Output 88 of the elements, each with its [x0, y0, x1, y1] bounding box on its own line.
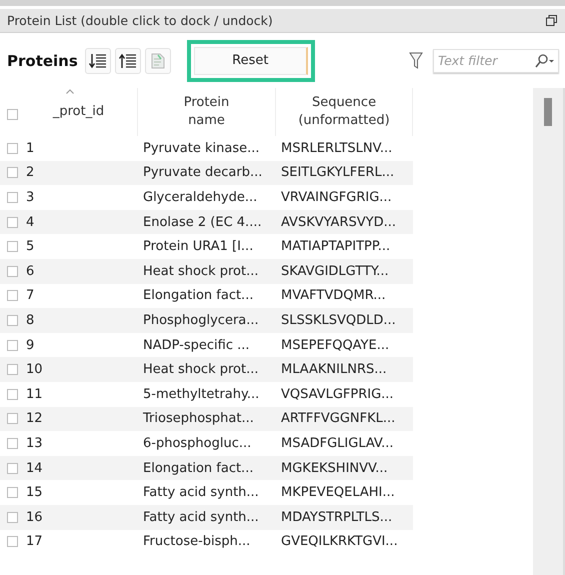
sort-descending-button[interactable]	[84, 48, 111, 74]
table-cell: 12	[26, 411, 43, 426]
table-cell-text: AVSKVYARSVYD...	[280, 214, 397, 230]
table-cell: 4	[26, 214, 34, 230]
sort-descending-icon	[88, 52, 107, 68]
table-cell-text: Heat shock prot...	[142, 264, 260, 279]
row-checkbox[interactable]	[7, 438, 18, 449]
table-cell: 2	[26, 165, 34, 180]
column-header[interactable]: _prot_id	[32, 102, 104, 122]
table-cell: 8	[26, 312, 34, 328]
table-cell-text: Fatty acid synth...	[142, 485, 260, 500]
table-cell-text: MLAAKNILNRS...	[280, 362, 388, 378]
table-cell-text: Pyruvate decarb...	[142, 165, 264, 180]
table-cell: 15	[26, 485, 43, 500]
panel-title-bar[interactable]: Protein List (double click to dock / undock)	[0, 9, 565, 33]
table-cell-text: Heat shock prot...	[142, 362, 260, 378]
search-icon[interactable]	[535, 54, 555, 68]
table-cell-text: MSRLERLTSLNV...	[280, 140, 394, 156]
table-cell-text: Protein URA1 [I...	[142, 239, 254, 254]
table-cell: 3	[26, 190, 34, 205]
sort-ascending-icon	[118, 52, 137, 68]
table-cell-text: Enolase 2 (EC 4....	[142, 214, 263, 230]
table-cell-text: MGKEKSHINVV...	[280, 460, 389, 476]
row-checkbox[interactable]	[7, 266, 18, 277]
table-cell-text: GVEQILKRKTGVI...	[280, 534, 399, 550]
table-cell: 6	[26, 264, 34, 279]
row-checkbox[interactable]	[7, 241, 18, 252]
row-checkbox[interactable]	[7, 290, 18, 302]
toolbar-title: Proteins	[7, 52, 78, 70]
document-icon	[150, 52, 165, 68]
filter-icon[interactable]	[409, 52, 423, 70]
table-cell: 10	[26, 362, 43, 378]
table-cell-text: 5-methyltetrahy...	[142, 386, 260, 402]
table-cell-text: SLSSKLSVQDLD...	[280, 312, 397, 328]
row-checkbox[interactable]	[7, 340, 18, 351]
table-cell-text: MDAYSTRPLTLS...	[280, 510, 394, 525]
scrollbar-thumb[interactable]	[544, 98, 552, 126]
table-cell-text: Elongation fact...	[142, 460, 254, 476]
row-checkbox[interactable]	[7, 364, 18, 376]
table-cell-text: Pyruvate kinase...	[142, 140, 261, 156]
row-checkbox[interactable]	[7, 413, 18, 424]
table-cell-text: VQSAVLGFPRIG...	[280, 386, 395, 402]
row-checkbox[interactable]	[7, 314, 18, 326]
table-cell-text: ARTFFVGGNFKL...	[280, 411, 396, 426]
table-cell-text: NADP-specific ...	[142, 338, 251, 353]
row-checkbox[interactable]	[7, 216, 18, 228]
table-cell-text: Fructose-bisph...	[142, 534, 252, 550]
text-filter-field[interactable]: Text filter	[433, 48, 559, 72]
row-checkbox[interactable]	[7, 192, 18, 203]
sort-ascending-button[interactable]	[114, 48, 141, 74]
table-cell: 11	[26, 386, 43, 402]
table-cell: 9	[26, 338, 34, 353]
row-checkbox[interactable]	[7, 512, 18, 523]
table-cell-text: MKPEVEQELAHI...	[280, 485, 396, 500]
table-cell-text: MSADFGLIGLAV...	[280, 436, 395, 451]
table-cell: 5	[26, 239, 34, 254]
panel-title: Protein List (double click to dock / undock)	[7, 13, 273, 28]
row-checkbox[interactable]	[7, 167, 18, 178]
sort-caret-icon	[66, 89, 74, 94]
table-cell-text: 6-phosphogluc...	[142, 436, 252, 451]
row-checkbox[interactable]	[7, 142, 18, 154]
table-cell-text: Triosephosphat...	[142, 411, 255, 426]
table-cell: 1	[26, 140, 34, 156]
table-cell: 7	[26, 288, 34, 304]
table-cell-text: Glyceraldehyde...	[142, 190, 258, 205]
row-checkbox[interactable]	[7, 462, 18, 474]
table-cell-text: MATIAPTAPITPP...	[280, 239, 392, 254]
row-checkbox[interactable]	[7, 388, 18, 400]
table-cell-text: VRVAINGFGRIG...	[280, 190, 393, 205]
table-cell-text: MSEPEFQQAYE...	[280, 338, 390, 353]
table-cell: 17	[26, 534, 43, 550]
restore-icon[interactable]	[546, 15, 557, 26]
column-header[interactable]: Protein name	[166, 94, 246, 130]
table-cell: 16	[26, 510, 43, 525]
table-cell-text: Fatty acid synth...	[142, 510, 260, 525]
table-cell-text: SKAVGIDLGTTY...	[280, 264, 390, 279]
table-cell-text: SEITLGKYLFERL...	[280, 165, 396, 180]
row-checkbox[interactable]	[7, 487, 18, 498]
table-cell-text: MVAFTVDQMR...	[280, 288, 387, 304]
table-cell: 14	[26, 460, 43, 476]
row-checkbox[interactable]	[7, 536, 18, 548]
column-header[interactable]: Sequence (unformatted)	[284, 94, 404, 130]
scrollbar[interactable]	[533, 88, 565, 575]
select-all-checkbox[interactable]	[7, 109, 18, 120]
table-cell-text: Phosphoglycera...	[142, 312, 260, 328]
table-cell-text: Elongation fact...	[142, 288, 254, 304]
table-cell: 13	[26, 436, 43, 451]
reset-button[interactable]: Reset	[194, 46, 308, 74]
